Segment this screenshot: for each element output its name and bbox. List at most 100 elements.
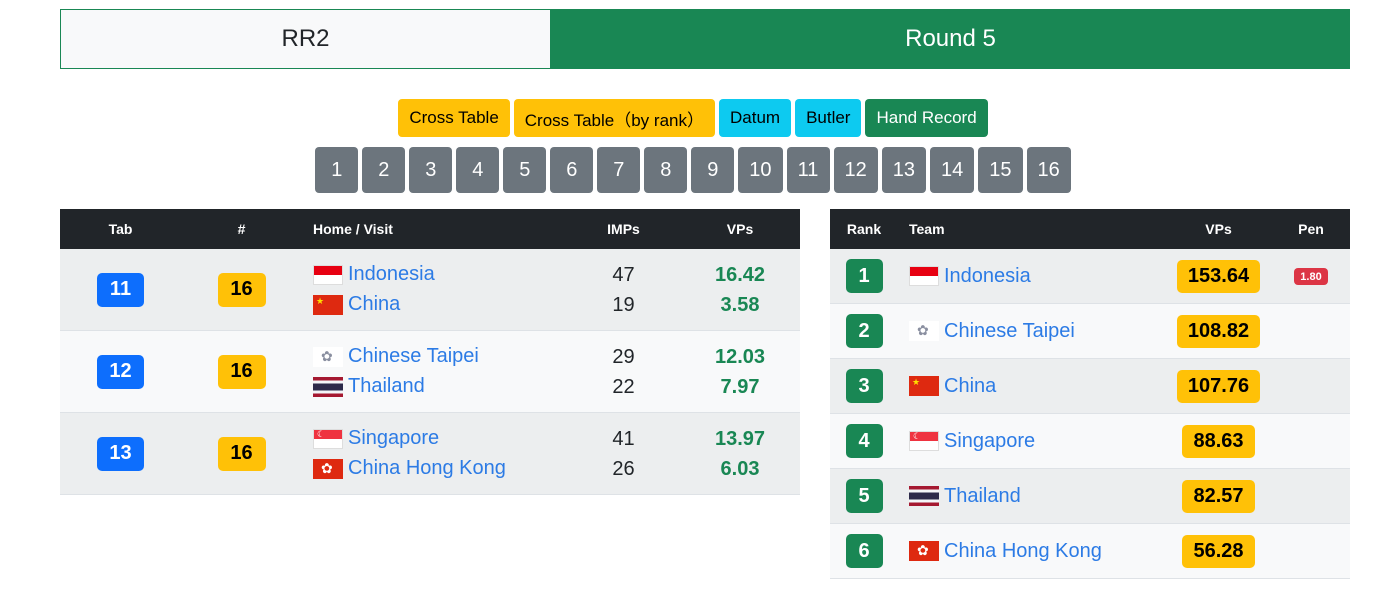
table-row: 3 China 107.76: [830, 358, 1350, 414]
cn-flag-icon: [313, 294, 343, 315]
team-link[interactable]: China: [944, 375, 996, 398]
th-flag-icon: [909, 486, 939, 506]
penalty-cell: [1272, 303, 1350, 359]
datum-button[interactable]: Datum: [718, 99, 792, 137]
cn-flag-icon: [909, 376, 939, 396]
table-row: 13 16 Singapore China Hong Kong 41 26 13…: [60, 412, 800, 495]
cross-table-by-rank-button[interactable]: Cross Table（by rank）: [513, 99, 715, 137]
th-flag-icon: [313, 376, 343, 397]
table-number-badge[interactable]: 13: [97, 436, 144, 471]
board-button-15[interactable]: 15: [978, 147, 1023, 193]
home-imps: 47: [612, 263, 635, 286]
col-header-rank: Rank: [830, 209, 898, 249]
cross-table-button[interactable]: Cross Table: [398, 99, 510, 137]
sg-flag-icon: [909, 431, 939, 451]
col-header-tab: Tab: [60, 209, 181, 249]
rank-badge: 3: [845, 369, 883, 403]
col-header-teams: Home / Visit: [302, 209, 567, 249]
hand-record-button[interactable]: Hand Record: [865, 99, 988, 137]
board-button-6[interactable]: 6: [550, 147, 594, 193]
board-button-8[interactable]: 8: [644, 147, 688, 193]
table-row: 5 Thailand 82.57: [830, 468, 1350, 524]
team-link[interactable]: Thailand: [348, 375, 425, 398]
board-button-11[interactable]: 11: [786, 147, 830, 193]
table-row: 4 Singapore 88.63: [830, 413, 1350, 469]
team-link[interactable]: Indonesia: [944, 265, 1031, 288]
penalty-cell: [1272, 358, 1350, 414]
board-button-16[interactable]: 16: [1026, 147, 1071, 193]
table-row: 2 Chinese Taipei 108.82: [830, 303, 1350, 359]
visit-vps: 7.97: [720, 375, 760, 398]
team-link[interactable]: Singapore: [944, 430, 1035, 453]
board-button-5[interactable]: 5: [503, 147, 547, 193]
view-button-row: Cross Table Cross Table（by rank） Datum B…: [0, 99, 1386, 137]
table-number-badge[interactable]: 11: [97, 272, 144, 307]
board-button-7[interactable]: 7: [597, 147, 641, 193]
hk-flag-icon: [313, 458, 343, 479]
penalty-cell: [1272, 413, 1350, 469]
visit-imps: 19: [612, 293, 635, 316]
rank-badge: 6: [845, 534, 883, 568]
home-vps: 16.42: [714, 263, 766, 286]
team-link[interactable]: Chinese Taipei: [944, 320, 1075, 343]
board-button-12[interactable]: 12: [833, 147, 878, 193]
col-header-vps: VPs: [680, 209, 800, 249]
match-results-table: Tab # Home / Visit IMPs VPs 11 16 Indone…: [60, 209, 800, 495]
rank-badge: 5: [845, 479, 883, 513]
visit-imps: 26: [612, 457, 635, 480]
col-header-vps: VPs: [1165, 209, 1272, 249]
team-link[interactable]: Singapore: [348, 427, 439, 450]
total-vps-badge: 56.28: [1182, 534, 1255, 568]
team-link[interactable]: China: [348, 293, 400, 316]
team-link[interactable]: Thailand: [944, 485, 1021, 508]
table-number-badge[interactable]: 12: [97, 354, 144, 389]
round-title: Round 5: [551, 9, 1350, 69]
col-header-num: #: [181, 209, 302, 249]
table-row: 6 China Hong Kong 56.28: [830, 523, 1350, 579]
table-row: 11 16 Indonesia China 47 19 16.42 3.58: [60, 249, 800, 331]
board-button-9[interactable]: 9: [691, 147, 735, 193]
rank-badge: 2: [845, 314, 883, 348]
board-button-2[interactable]: 2: [362, 147, 406, 193]
home-imps: 41: [612, 427, 635, 450]
penalty-cell: [1272, 523, 1350, 579]
boards-count-badge: 16: [217, 436, 266, 471]
col-header-pen: Pen: [1272, 209, 1350, 249]
rank-badge: 1: [845, 259, 883, 293]
rank-badge: 4: [845, 424, 883, 458]
total-vps-badge: 108.82: [1176, 314, 1261, 348]
table-row: 12 16 Chinese Taipei Thailand 29 22 12.0…: [60, 330, 800, 413]
home-vps: 13.97: [714, 427, 766, 450]
total-vps-badge: 82.57: [1182, 479, 1255, 513]
ranking-table: Rank Team VPs Pen 1 Indonesia 153.64 1.8…: [830, 209, 1350, 579]
col-header-team: Team: [898, 209, 1165, 249]
penalty-cell: [1272, 468, 1350, 524]
section-tab-rr2[interactable]: RR2: [60, 9, 551, 69]
sg-flag-icon: [313, 428, 343, 449]
team-link[interactable]: China Hong Kong: [944, 540, 1102, 563]
tw-flag-icon: [313, 346, 343, 367]
visit-vps: 3.58: [720, 293, 760, 316]
boards-count-badge: 16: [217, 272, 266, 307]
home-vps: 12.03: [714, 345, 766, 368]
boards-count-badge: 16: [217, 354, 266, 389]
board-button-4[interactable]: 4: [456, 147, 500, 193]
round-header: RR2 Round 5: [60, 9, 1350, 69]
tw-flag-icon: [909, 321, 939, 341]
board-pagination: 1 2 3 4 5 6 7 8 9 10 11 12 13 14 15 16: [0, 147, 1386, 193]
butler-button[interactable]: Butler: [795, 99, 862, 137]
home-imps: 29: [612, 345, 635, 368]
team-link[interactable]: Indonesia: [348, 263, 435, 286]
board-button-10[interactable]: 10: [738, 147, 783, 193]
hk-flag-icon: [909, 541, 939, 561]
team-link[interactable]: Chinese Taipei: [348, 345, 479, 368]
board-button-3[interactable]: 3: [409, 147, 453, 193]
penalty-badge: 1.80: [1294, 268, 1328, 286]
board-button-14[interactable]: 14: [930, 147, 975, 193]
total-vps-badge: 88.63: [1182, 424, 1255, 458]
board-button-13[interactable]: 13: [881, 147, 926, 193]
visit-vps: 6.03: [720, 457, 760, 480]
id-flag-icon: [909, 266, 939, 286]
board-button-1[interactable]: 1: [315, 147, 359, 193]
team-link[interactable]: China Hong Kong: [348, 457, 506, 480]
